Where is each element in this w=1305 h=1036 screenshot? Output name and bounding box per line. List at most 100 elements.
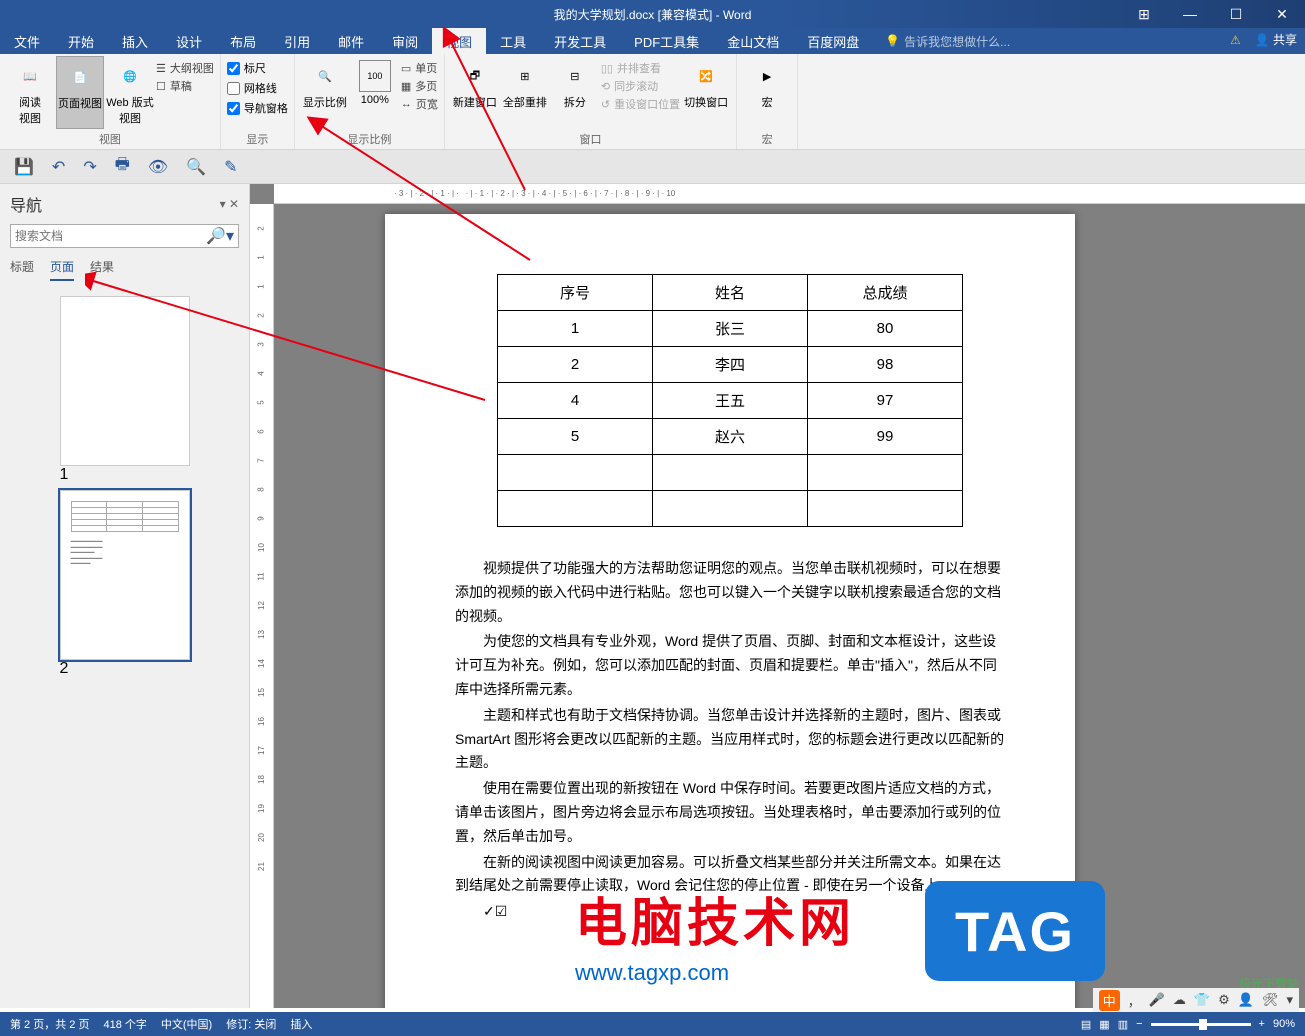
nav-search-box[interactable]: 🔎▾ (10, 224, 239, 248)
cell[interactable]: 张三 (653, 311, 808, 347)
th-2[interactable]: 总成绩 (808, 275, 963, 311)
cell[interactable]: 1 (498, 311, 653, 347)
minimize-button[interactable]: — (1167, 0, 1213, 28)
share-button[interactable]: 👤 共享 (1255, 31, 1297, 48)
search-icon[interactable]: 🔎▾ (206, 226, 234, 246)
cell[interactable]: 赵六 (653, 419, 808, 455)
print-layout-button[interactable]: 📄页面视图 (56, 56, 104, 129)
horizontal-ruler[interactable]: · 3 · | · 2 · | · 1 · | · · | · 1 · | · … (274, 184, 1305, 204)
cell[interactable]: 5 (498, 419, 653, 455)
tab-file[interactable]: 文件 (0, 28, 54, 54)
view-print-icon[interactable]: ▦ (1099, 1018, 1109, 1031)
ruler-checkbox[interactable]: 标尺 (227, 60, 288, 76)
page-number-status[interactable]: 第 2 页，共 2 页 (10, 1016, 89, 1032)
gridlines-checkbox[interactable]: 网格线 (227, 80, 288, 96)
insert-mode-status[interactable]: 插入 (290, 1016, 312, 1032)
tab-layout[interactable]: 布局 (216, 28, 270, 54)
tab-insert[interactable]: 插入 (108, 28, 162, 54)
macros-button[interactable]: ▶宏 (743, 56, 791, 129)
qat-btn-5[interactable]: 👁 (148, 157, 168, 177)
cell[interactable]: 80 (808, 311, 963, 347)
page-width-button[interactable]: ↔页宽 (401, 96, 438, 112)
new-window-button[interactable]: 🗗新建窗口 (451, 56, 499, 129)
multi-page-button[interactable]: ▦多页 (401, 78, 438, 94)
tab-view[interactable]: 视图 (432, 28, 486, 54)
tray-icon[interactable]: ☁ (1173, 992, 1186, 1008)
close-button[interactable]: ✕ (1259, 0, 1305, 28)
redo-button[interactable]: ↷ (83, 157, 96, 177)
save-button[interactable]: 💾 (14, 157, 34, 177)
cell[interactable]: 98 (808, 347, 963, 383)
view-web-icon[interactable]: ▥ (1118, 1018, 1128, 1031)
track-changes-status[interactable]: 修订: 关闭 (226, 1016, 276, 1032)
cell[interactable] (498, 455, 653, 491)
language-status[interactable]: 中文(中国) (161, 1016, 212, 1032)
zoom-slider[interactable] (1151, 1023, 1251, 1026)
tab-baidu[interactable]: 百度网盘 (793, 28, 873, 54)
switch-windows-button[interactable]: 🔀切换窗口 (682, 56, 730, 129)
tab-review[interactable]: 审阅 (378, 28, 432, 54)
ime-indicator[interactable]: 中 (1099, 990, 1120, 1011)
cell[interactable]: 4 (498, 383, 653, 419)
split-button[interactable]: ⊟拆分 (551, 56, 599, 129)
tray-icon[interactable]: 👤 (1238, 992, 1254, 1008)
view-read-icon[interactable]: ▤ (1081, 1018, 1091, 1031)
tray-icon[interactable]: 🛠 (1262, 992, 1279, 1008)
tell-me[interactable]: 💡告诉我您想做什么... (885, 28, 1010, 54)
cell[interactable] (653, 455, 808, 491)
nav-search-input[interactable] (15, 229, 206, 243)
read-mode-button[interactable]: 📖阅读 视图 (6, 56, 54, 129)
tray-icon[interactable]: 🎤 (1149, 992, 1165, 1008)
tab-pdf[interactable]: PDF工具集 (620, 28, 713, 54)
nav-close-button[interactable]: ✕ (229, 197, 239, 211)
qat-btn-4[interactable]: 🖶 (115, 153, 130, 180)
nav-tab-headings[interactable]: 标题 (10, 258, 34, 281)
one-page-button[interactable]: ▭单页 (401, 60, 438, 76)
tray-icon[interactable]: ▾ (1286, 992, 1293, 1008)
qat-btn-7[interactable]: ✎ (224, 157, 237, 177)
maximize-button[interactable]: ☐ (1213, 0, 1259, 28)
tray-icon[interactable]: ， (1128, 991, 1141, 1010)
view-side-by-side-button[interactable]: ▯▯并排查看 (601, 60, 680, 76)
cell[interactable]: 99 (808, 419, 963, 455)
zoom-out-button[interactable]: − (1136, 1018, 1142, 1030)
arrange-all-button[interactable]: ⊞全部重排 (501, 56, 549, 129)
ribbon-options-icon[interactable]: ⊞ (1121, 0, 1167, 28)
warning-icon[interactable]: ⚠ (1230, 33, 1241, 47)
cell[interactable] (653, 491, 808, 527)
undo-button[interactable]: ↶ (52, 157, 65, 177)
tab-tools[interactable]: 工具 (486, 28, 540, 54)
nav-dropdown-icon[interactable]: ▾ (220, 197, 226, 211)
tray-icon[interactable]: 👕 (1194, 992, 1210, 1008)
cell[interactable] (808, 455, 963, 491)
zoom-button[interactable]: 🔍显示比例 (301, 56, 349, 129)
zoom-level[interactable]: 90% (1273, 1018, 1295, 1030)
th-1[interactable]: 姓名 (653, 275, 808, 311)
tab-design[interactable]: 设计 (162, 28, 216, 54)
cell[interactable]: 2 (498, 347, 653, 383)
page-thumbnail-1[interactable] (60, 296, 190, 466)
tab-mailings[interactable]: 邮件 (324, 28, 378, 54)
cell[interactable] (498, 491, 653, 527)
web-layout-button[interactable]: 🌐Web 版式视图 (106, 56, 154, 129)
tray-icon[interactable]: ⚙ (1218, 992, 1230, 1008)
tab-references[interactable]: 引用 (270, 28, 324, 54)
zoom-100-button[interactable]: 100100% (351, 56, 399, 129)
cell[interactable]: 王五 (653, 383, 808, 419)
tab-home[interactable]: 开始 (54, 28, 108, 54)
nav-tab-results[interactable]: 结果 (90, 258, 114, 281)
nav-tab-pages[interactable]: 页面 (50, 258, 74, 281)
navigation-pane-checkbox[interactable]: 导航窗格 (227, 100, 288, 116)
tab-jinshan[interactable]: 金山文档 (713, 28, 793, 54)
draft-button[interactable]: ☐草稿 (156, 78, 214, 94)
tab-developer[interactable]: 开发工具 (540, 28, 620, 54)
word-count-status[interactable]: 418 个字 (103, 1016, 146, 1032)
data-table[interactable]: 序号姓名总成绩 1张三80 2李四98 4王五97 5赵六99 (497, 274, 963, 527)
document-body-text[interactable]: 视频提供了功能强大的方法帮助您证明您的观点。当您单击联机视频时，可以在想要添加的… (455, 557, 1005, 924)
qat-btn-6[interactable]: 🔍 (186, 157, 206, 177)
th-0[interactable]: 序号 (498, 275, 653, 311)
cell[interactable]: 97 (808, 383, 963, 419)
zoom-in-button[interactable]: + (1259, 1018, 1265, 1030)
page-thumbnail-2[interactable]: ▬▬▬▬▬▬▬▬▬▬▬▬▬▬▬▬▬▬▬▬▬▬▬▬▬▬▬▬▬▬▬▬▬▬▬ (60, 490, 190, 660)
outline-button[interactable]: ☰大纲视图 (156, 60, 214, 76)
